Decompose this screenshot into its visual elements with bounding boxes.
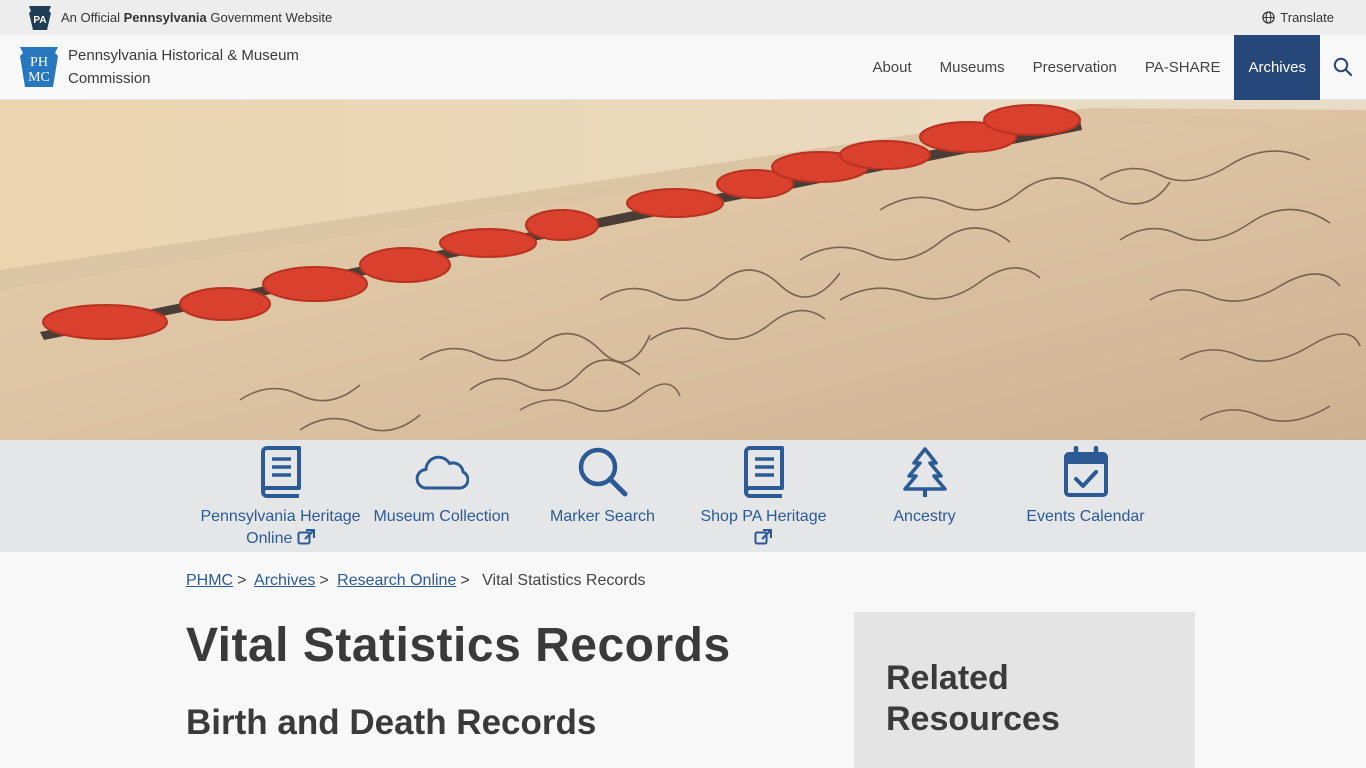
quicklink-label: Museum Collection [373, 508, 510, 525]
quicklink-ancestry[interactable]: Ancestry [844, 440, 1005, 552]
nav-archives[interactable]: Archives [1234, 34, 1320, 100]
translate-label: Translate [1280, 10, 1334, 25]
nav-about[interactable]: About [858, 35, 925, 100]
page-title: Vital Statistics Records [186, 619, 731, 672]
calendar-check-icon [1063, 445, 1108, 497]
site-header: PH MC Pennsylvania Historical & Museum C… [0, 34, 1366, 100]
quicklink-museum-collection[interactable]: Museum Collection [361, 440, 522, 552]
keystone-text: PA [33, 15, 46, 26]
site-search-button[interactable] [1320, 35, 1366, 100]
section-title: Birth and Death Records [186, 703, 597, 742]
quicklink-label: Shop PA Heritage [700, 508, 827, 525]
svg-text:PH: PH [30, 55, 48, 70]
quicklink-label: Pennsylvania Heritage Online [200, 508, 361, 547]
tree-icon [902, 446, 947, 497]
quicklink-events-calendar[interactable]: Events Calendar [1005, 440, 1166, 552]
official-text: An Official Pennsylvania Government Webs… [61, 10, 333, 25]
pa-keystone-icon: PA [29, 5, 51, 30]
translate-button[interactable]: Translate [1262, 10, 1334, 25]
nav-preservation[interactable]: Preservation [1019, 35, 1131, 100]
globe-icon [1262, 11, 1275, 24]
official-notice: PA An Official Pennsylvania Government W… [28, 5, 332, 31]
brand-name: Pennsylvania Historical & Museum Commiss… [68, 47, 299, 87]
nav-museums[interactable]: Museums [926, 35, 1019, 100]
related-resources-title: Related Resources [886, 659, 1060, 738]
book-icon [743, 445, 784, 498]
breadcrumb-research-online[interactable]: Research Online [337, 572, 456, 589]
phmc-logo: PH MC [20, 47, 58, 87]
brand-link[interactable]: PH MC Pennsylvania Historical & Museum C… [0, 44, 328, 90]
quicklink-label: Marker Search [550, 508, 655, 525]
external-link-icon [754, 529, 773, 545]
related-resources-panel: Related Resources [854, 612, 1195, 768]
breadcrumb-archives[interactable]: Archives [254, 572, 315, 589]
quicklink-marker-search[interactable]: Marker Search [522, 440, 683, 552]
cloud-icon [415, 455, 469, 490]
breadcrumb-current: Vital Statistics Records [482, 572, 646, 589]
external-link-icon [297, 529, 315, 545]
quicklink-label: Events Calendar [1026, 508, 1145, 525]
breadcrumb-phmc[interactable]: PHMC [186, 572, 233, 589]
nav-pa-share[interactable]: PA-SHARE [1131, 35, 1235, 100]
breadcrumb: PHMC > Archives > Research Online > Vital S… [186, 572, 646, 589]
book-icon [260, 445, 301, 498]
search-icon [578, 447, 627, 496]
quick-links-bar: Pennsylvania Heritage Online Museum Coll… [0, 440, 1366, 552]
official-government-bar: PA An Official Pennsylvania Government W… [0, 0, 1366, 35]
quicklink-shop-pa-heritage[interactable]: Shop PA Heritage [683, 440, 844, 552]
quicklink-pennsylvania-heritage-online[interactable]: Pennsylvania Heritage Online [200, 440, 361, 552]
search-icon [1333, 57, 1353, 77]
hero-image [0, 100, 1366, 440]
quicklink-label: Ancestry [893, 508, 956, 525]
svg-text:MC: MC [28, 70, 50, 85]
main-nav: About Museums Preservation PA-SHARE Arch… [858, 34, 1366, 100]
document-with-wax-seals-image [0, 100, 1366, 440]
main-content: PHMC > Archives > Research Online > Vital S… [0, 552, 1366, 768]
